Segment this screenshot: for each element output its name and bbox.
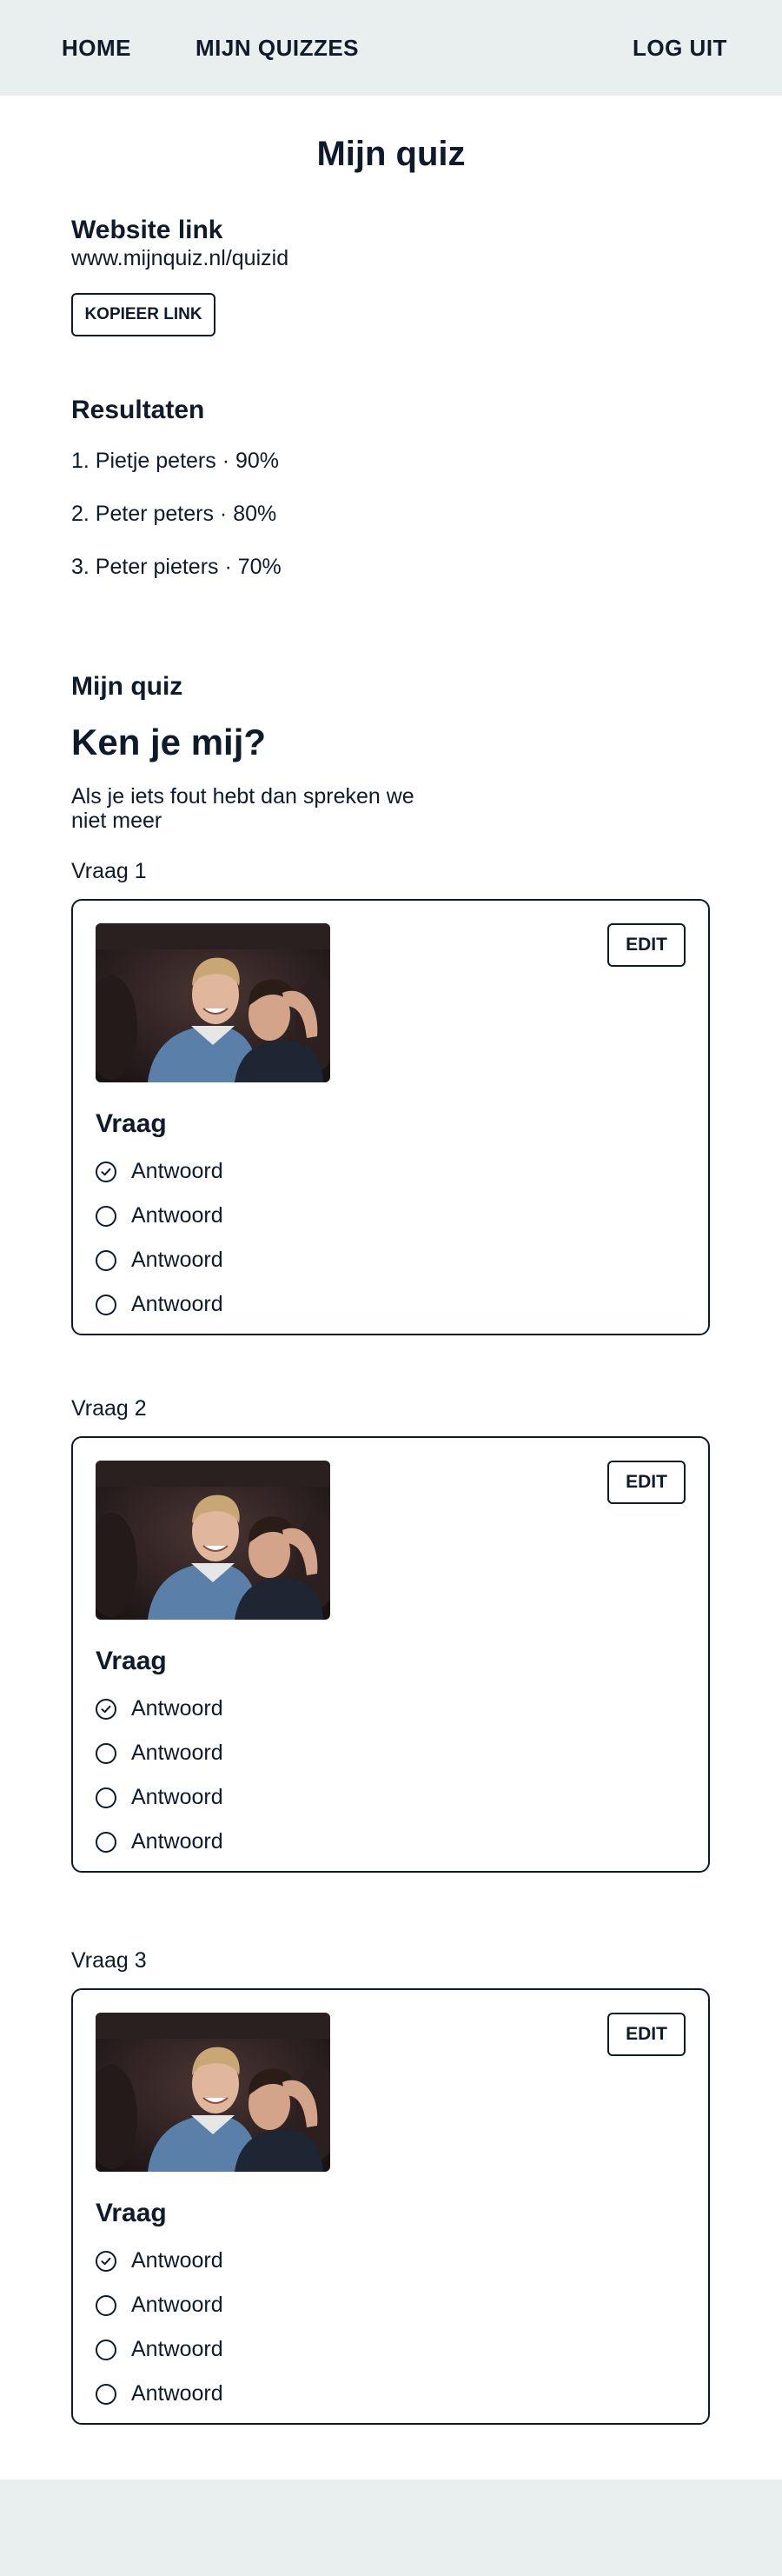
- answer-label: Antwoord: [131, 2248, 223, 2273]
- question-number-label: Vraag 2: [71, 1396, 147, 1421]
- copy-link-button[interactable]: KOPIEER LINK: [71, 293, 215, 336]
- result-item: 2. Peter peters · 80%: [71, 502, 277, 526]
- answer-option[interactable]: Antwoord: [96, 2283, 223, 2327]
- question-text: Vraag: [96, 2199, 167, 2227]
- question-card: EDIT Vraag Antwoord Antwoord Antwoord Antwoor…: [71, 899, 710, 1335]
- answer-list: Antwoord Antwoord Antwoord Antwoord: [96, 1149, 223, 1327]
- question-photo: [96, 2013, 330, 2172]
- nav-my-quizzes-link[interactable]: MIJN QUIZZES: [196, 35, 359, 62]
- answer-list: Antwoord Antwoord Antwoord Antwoord: [96, 1687, 223, 1864]
- question-photo: [96, 923, 330, 1082]
- nav-logout-link[interactable]: LOG UIT: [633, 35, 727, 62]
- question-card: EDIT Vraag Antwoord Antwoord Antwoord Antwoor…: [71, 1988, 710, 2425]
- quiz-title: Ken je mij?: [71, 722, 267, 762]
- result-item: 3. Peter pieters · 70%: [71, 555, 282, 579]
- answer-label: Antwoord: [131, 1785, 223, 1809]
- radio-empty-icon[interactable]: [96, 1249, 116, 1271]
- edit-question-button[interactable]: EDIT: [607, 2013, 686, 2056]
- top-nav-bar: HOME MIJN QUIZZES LOG UIT: [0, 0, 782, 96]
- answer-label: Antwoord: [131, 1203, 223, 1228]
- radio-empty-icon[interactable]: [96, 1831, 116, 1853]
- answer-label: Antwoord: [131, 1248, 223, 1272]
- edit-question-button[interactable]: EDIT: [607, 1461, 686, 1504]
- answer-label: Antwoord: [131, 2293, 223, 2317]
- edit-question-button[interactable]: EDIT: [607, 923, 686, 967]
- answer-label: Antwoord: [131, 1159, 223, 1183]
- question-card: EDIT Vraag Antwoord Antwoord Antwoord Antwoor…: [71, 1436, 710, 1873]
- footer: [0, 2479, 782, 2576]
- answer-list: Antwoord Antwoord Antwoord Antwoord: [96, 2239, 223, 2416]
- answer-option[interactable]: Antwoord: [96, 1194, 223, 1238]
- radio-empty-icon[interactable]: [96, 2294, 116, 2316]
- radio-empty-icon[interactable]: [96, 2383, 116, 2405]
- question-photo: [96, 1461, 330, 1620]
- results-list: 1. Pietje peters · 90% 2. Peter peters ·…: [71, 445, 282, 604]
- quiz-description: Als je iets fout hebt dan spreken we nie…: [71, 784, 414, 833]
- answer-label: Antwoord: [131, 2337, 223, 2361]
- radio-empty-icon[interactable]: [96, 1787, 116, 1808]
- answer-option[interactable]: Antwoord: [96, 2372, 223, 2416]
- radio-empty-icon[interactable]: [96, 1742, 116, 1764]
- answer-label: Antwoord: [131, 1696, 223, 1721]
- answer-option[interactable]: Antwoord: [96, 1820, 223, 1864]
- answer-option[interactable]: Antwoord: [96, 1687, 223, 1731]
- radio-empty-icon[interactable]: [96, 1294, 116, 1315]
- answer-option[interactable]: Antwoord: [96, 2327, 223, 2372]
- question-text: Vraag: [96, 1647, 167, 1675]
- answer-option[interactable]: Antwoord: [96, 1149, 223, 1194]
- question-number-label: Vraag 3: [71, 1948, 147, 1973]
- radio-empty-icon[interactable]: [96, 2339, 116, 2360]
- question-text: Vraag: [96, 1109, 167, 1138]
- answer-option[interactable]: Antwoord: [96, 1731, 223, 1775]
- page-title: Mijn quiz: [316, 135, 466, 173]
- answer-label: Antwoord: [131, 2381, 223, 2406]
- answer-option[interactable]: Antwoord: [96, 2239, 223, 2283]
- radio-checked-icon[interactable]: [96, 2250, 116, 2272]
- radio-checked-icon[interactable]: [96, 1698, 116, 1720]
- answer-label: Antwoord: [131, 1741, 223, 1765]
- answer-option[interactable]: Antwoord: [96, 1282, 223, 1327]
- answer-label: Antwoord: [131, 1829, 223, 1854]
- result-item: 1. Pietje peters · 90%: [71, 449, 280, 473]
- website-link-heading: Website link: [71, 216, 223, 244]
- answer-label: Antwoord: [131, 1292, 223, 1316]
- my-quiz-heading: Mijn quiz: [71, 672, 183, 701]
- radio-checked-icon[interactable]: [96, 1161, 116, 1182]
- results-heading: Resultaten: [71, 396, 205, 424]
- radio-empty-icon[interactable]: [96, 1205, 116, 1227]
- nav-home-link[interactable]: HOME: [62, 35, 131, 62]
- question-number-label: Vraag 1: [71, 859, 147, 883]
- answer-option[interactable]: Antwoord: [96, 1775, 223, 1820]
- answer-option[interactable]: Antwoord: [96, 1238, 223, 1282]
- website-url: www.mijnquiz.nl/quizid: [71, 246, 289, 270]
